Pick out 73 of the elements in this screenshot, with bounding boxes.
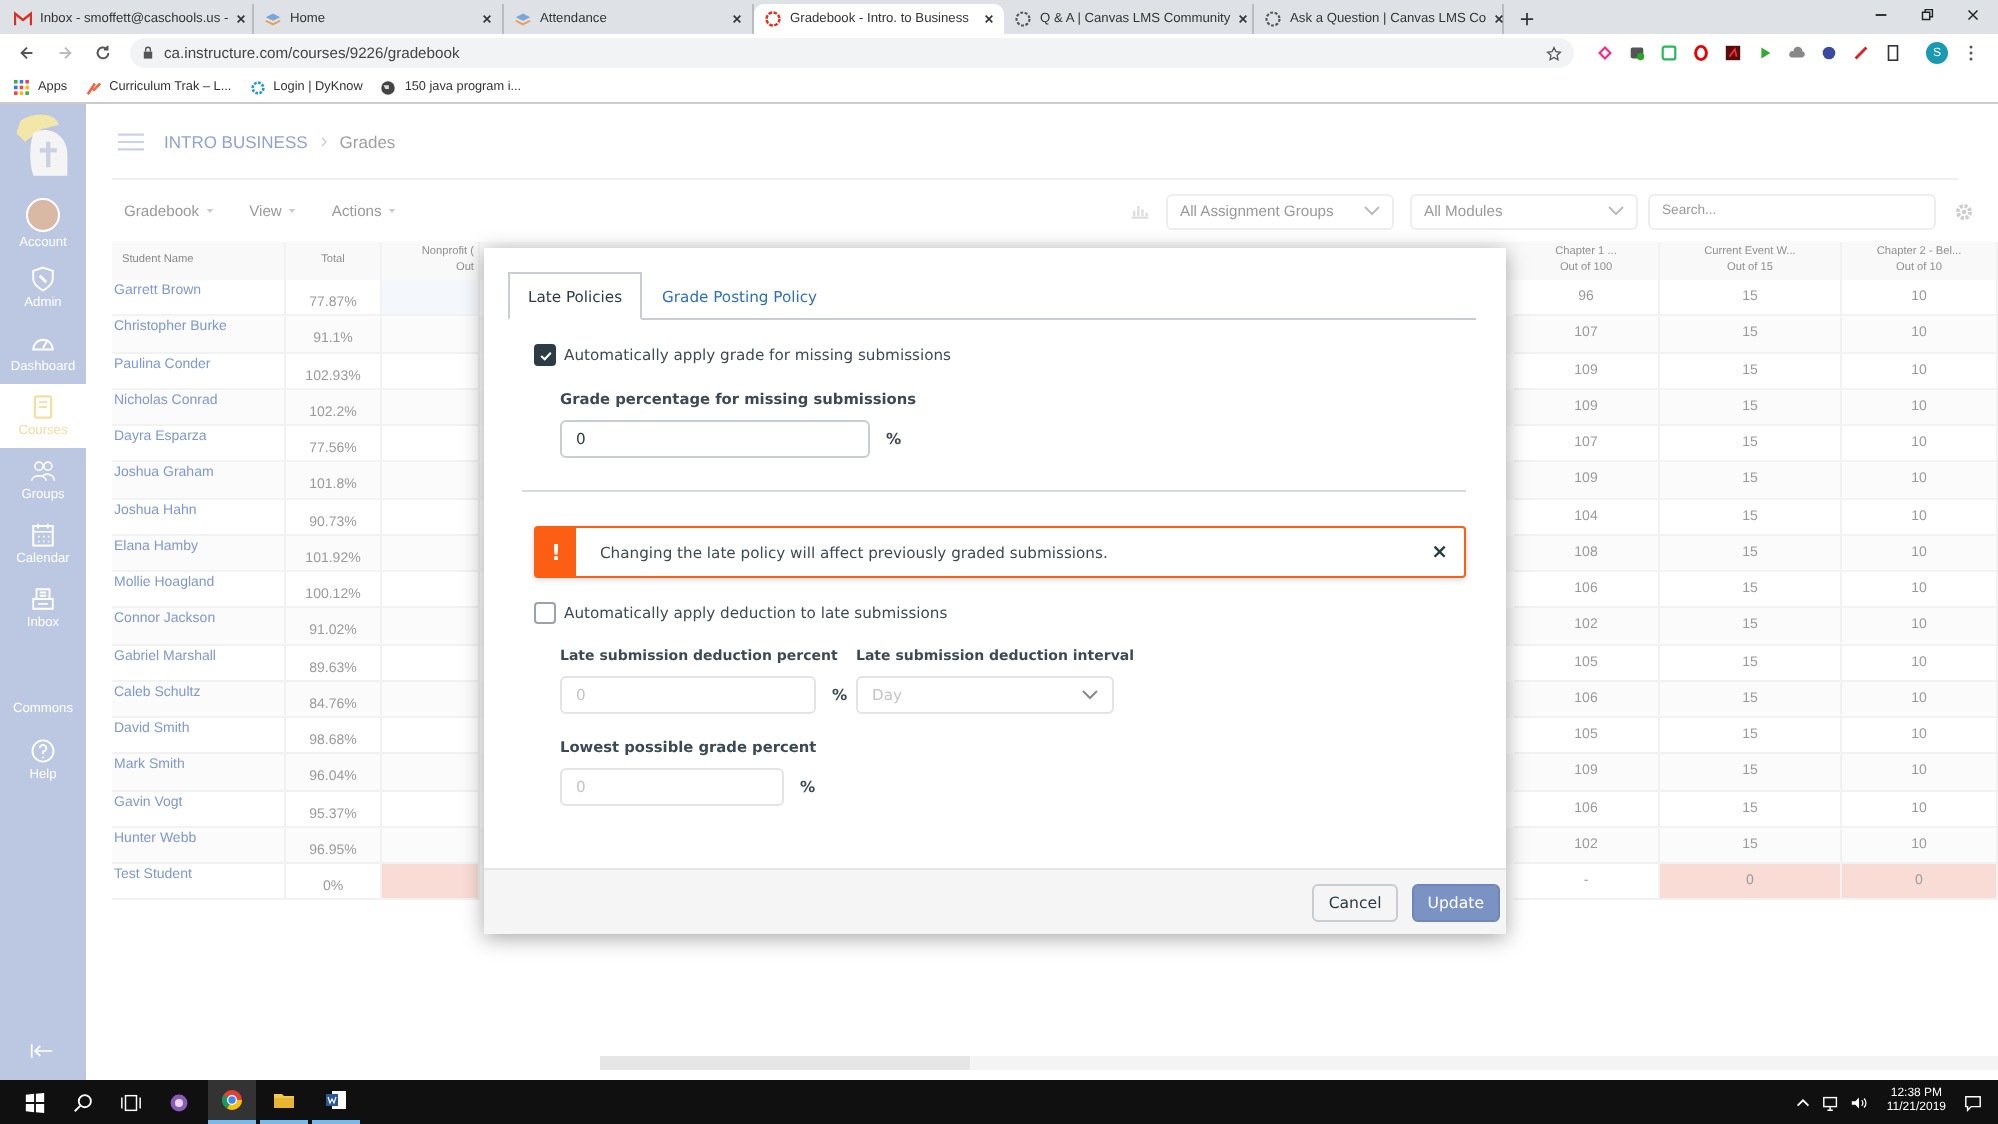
breadcrumb-link[interactable]: INTRO BUSINESS xyxy=(164,131,308,151)
mail-icon xyxy=(14,10,32,28)
chevron-icon xyxy=(1608,206,1624,216)
folder-icon xyxy=(272,1088,296,1112)
close-button[interactable]: × xyxy=(1427,541,1452,563)
lock-icon xyxy=(142,46,154,60)
grade-cell[interactable] xyxy=(382,681,480,718)
close-icon[interactable] xyxy=(482,14,492,24)
grid-icon[interactable] xyxy=(14,79,30,95)
globe-icon[interactable] xyxy=(380,79,397,95)
checkbox[interactable] xyxy=(534,344,556,366)
pen-icon[interactable] xyxy=(1852,44,1870,62)
task-view-icon[interactable] xyxy=(120,1091,142,1113)
scrollbar[interactable] xyxy=(600,1056,1998,1070)
calendar-icon xyxy=(30,522,56,548)
star-icon[interactable] xyxy=(1546,45,1562,61)
ring-icon xyxy=(1014,10,1032,28)
reload-icon[interactable] xyxy=(94,44,112,62)
close-icon[interactable] xyxy=(732,14,742,24)
ring-icon xyxy=(1264,10,1282,28)
chevron-icon xyxy=(1364,206,1380,216)
restore-icon[interactable] xyxy=(1918,5,1936,23)
grade-cell[interactable] xyxy=(382,754,480,791)
volume-icon[interactable] xyxy=(1850,1093,1869,1111)
close-icon[interactable] xyxy=(1964,5,1982,23)
grade-cell[interactable] xyxy=(382,864,480,901)
caret-icon xyxy=(387,208,396,214)
extension-icon[interactable] xyxy=(1884,44,1902,62)
back-icon[interactable] xyxy=(18,44,36,62)
book-icon xyxy=(30,394,56,420)
close-icon[interactable] xyxy=(984,14,994,24)
help-icon xyxy=(30,738,56,764)
breadcrumb-current: Grades xyxy=(339,131,396,151)
extension-icon[interactable] xyxy=(1724,44,1742,62)
people-icon xyxy=(30,458,56,484)
notification-icon[interactable] xyxy=(1964,1093,1982,1111)
checkbox[interactable] xyxy=(534,602,556,624)
network-icon[interactable] xyxy=(1822,1093,1841,1111)
spark-icon[interactable] xyxy=(85,79,102,95)
browser-taskbar-button[interactable] xyxy=(208,1080,256,1124)
inbox-icon xyxy=(30,586,56,612)
extension-icon[interactable] xyxy=(1628,44,1646,62)
avatar-circle xyxy=(26,198,60,232)
close-icon[interactable] xyxy=(1494,14,1505,24)
document-icon xyxy=(324,1088,348,1112)
shield-icon xyxy=(30,266,56,292)
plus-icon[interactable] xyxy=(1520,12,1534,26)
windows-icon[interactable] xyxy=(24,1091,46,1113)
ring-icon xyxy=(764,10,782,28)
chevron-icon xyxy=(1082,690,1098,700)
grade-cell[interactable] xyxy=(382,462,480,499)
caret-icon xyxy=(205,208,214,214)
gear-icon[interactable] xyxy=(249,79,266,95)
chevron-icon xyxy=(319,135,328,147)
cloud-icon[interactable] xyxy=(1788,44,1806,62)
stack-icon xyxy=(514,10,532,28)
grade-cell[interactable] xyxy=(382,280,480,317)
grade-cell[interactable] xyxy=(382,608,480,645)
extension-icon[interactable] xyxy=(1820,44,1838,62)
grade-cell[interactable] xyxy=(382,389,480,426)
grade-cell[interactable] xyxy=(382,535,480,572)
menu-icon[interactable] xyxy=(1968,44,1974,62)
check-icon xyxy=(537,347,553,363)
close-icon[interactable] xyxy=(236,14,247,24)
close-icon[interactable] xyxy=(1238,14,1249,24)
warning-icon: ! xyxy=(536,528,576,576)
app-icon[interactable] xyxy=(168,1091,190,1113)
caret-icon xyxy=(287,208,296,214)
grade-cell[interactable] xyxy=(382,316,480,353)
stack-icon xyxy=(264,10,282,28)
search-icon[interactable] xyxy=(72,1091,94,1113)
browser-icon xyxy=(220,1088,244,1112)
play-icon[interactable] xyxy=(1756,44,1774,62)
